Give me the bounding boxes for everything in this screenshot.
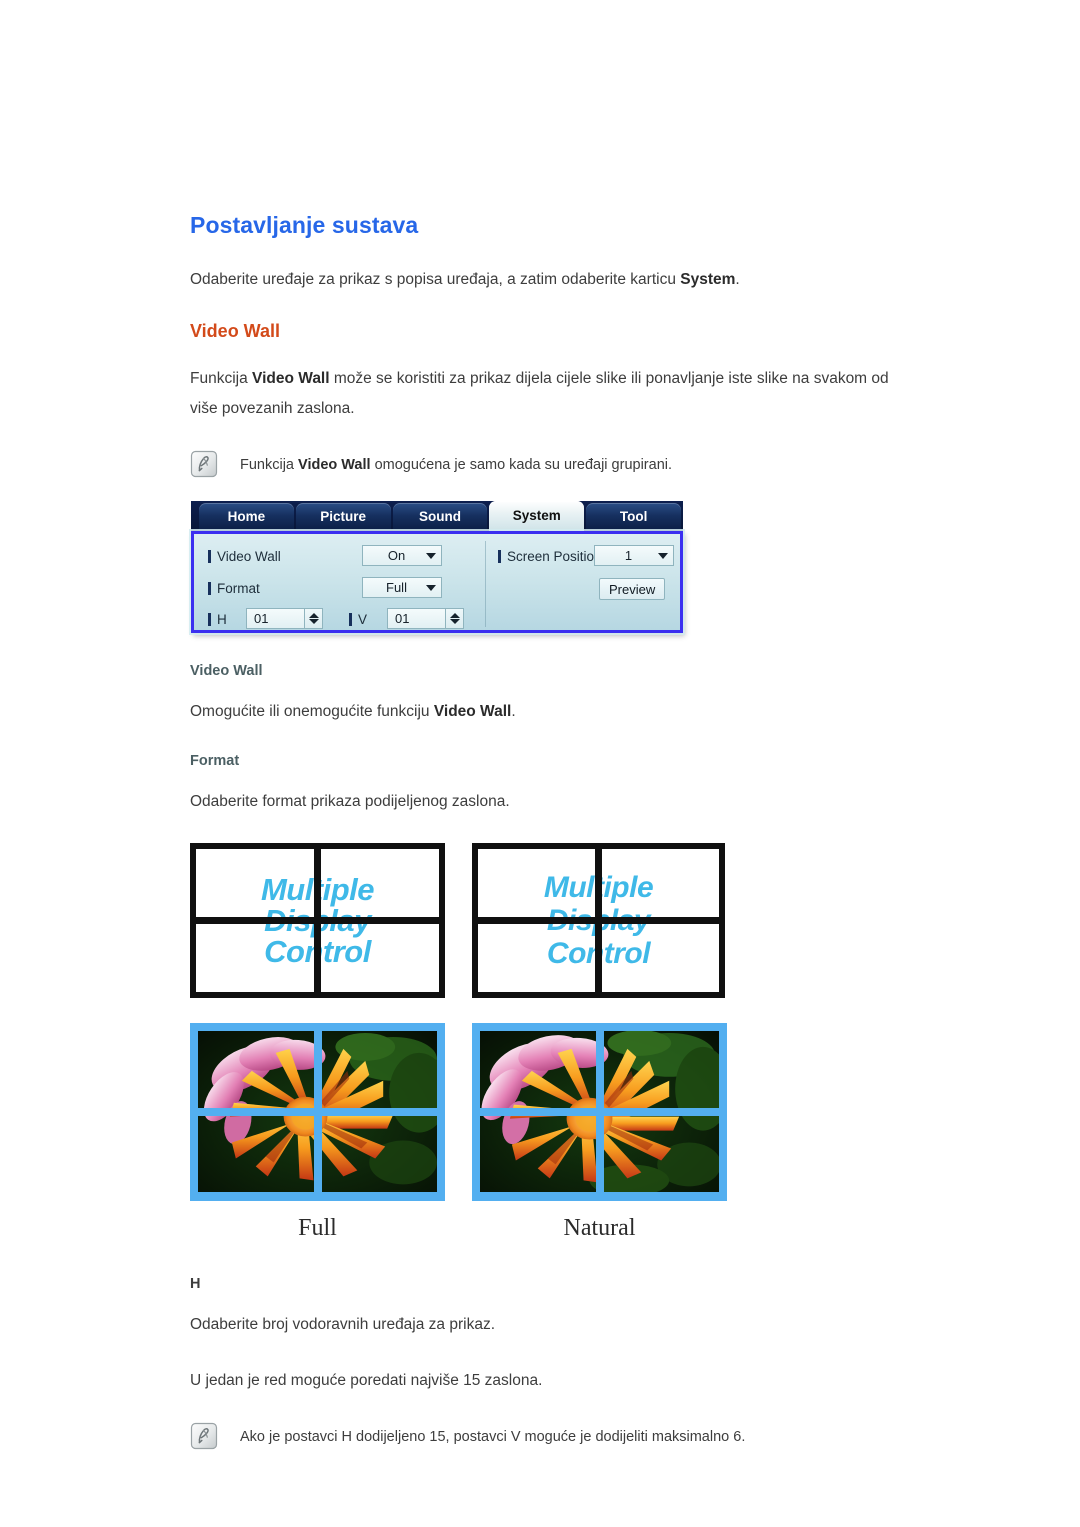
note-suffix: omogućena je samo kada su uređaji grupir… [370, 457, 673, 473]
osd-row-video-wall: Video Wall [208, 545, 281, 567]
tab-picture[interactable]: Picture [295, 503, 391, 531]
flower-preview-full [190, 1023, 445, 1201]
h-desc-line1: Odaberite broj vodoravnih uređaja za pri… [190, 1316, 496, 1333]
note-pen-icon [190, 1422, 218, 1450]
item-desc-format: Odaberite format prikaza podijeljenog za… [190, 793, 510, 810]
tab-tool[interactable]: Tool [586, 503, 681, 531]
intro-suffix: . [735, 271, 740, 288]
figure-row-screens: Multiple Display Control Multiple Displa… [190, 843, 890, 998]
osd-stepper-v-buttons[interactable] [445, 608, 464, 629]
tab-system[interactable]: System [489, 501, 585, 531]
item-desc-prefix: Omogućite ili onemogućite funkciju [190, 703, 434, 720]
videowall-desc-prefix: Funkcija [190, 370, 253, 387]
videowall-desc-bold: Video Wall [252, 370, 330, 387]
osd-stepper-v[interactable]: 01 [387, 608, 464, 629]
chevron-down-icon [426, 552, 436, 559]
osd-row-format: Format [208, 577, 260, 599]
note-prefix: Funkcija [240, 457, 299, 473]
osd-stepper-h[interactable]: 01 [246, 608, 323, 629]
osd-panel: Home Picture Sound System Tool Video Wal… [191, 501, 683, 633]
osd-stepper-h-buttons[interactable] [304, 608, 323, 629]
note-videowall-grouping: Funkcija Video Wall omogućena je samo ka… [190, 450, 890, 479]
osd-right-column: Screen Position 1 Preview [486, 534, 680, 630]
osd-select-format-value: Full [386, 580, 407, 595]
figure-row-photos [190, 1023, 890, 1201]
note-h-text: Ako je postavci H dodijeljeno 15, postav… [240, 1429, 746, 1445]
bullet-icon [349, 612, 352, 626]
osd-row-h: H [208, 608, 227, 630]
grid-line-horizontal [478, 917, 719, 924]
bullet-icon [498, 549, 501, 563]
preview-button[interactable]: Preview [599, 578, 666, 600]
videowall-preview-natural: Multiple Display Control [472, 843, 725, 998]
osd-tab-bar: Home Picture Sound System Tool [191, 501, 683, 531]
tab-home[interactable]: Home [199, 503, 294, 531]
tab-sound[interactable]: Sound [392, 503, 488, 531]
bullet-icon [208, 612, 211, 626]
osd-label-format: Format [217, 580, 260, 596]
grid-line-horizontal [480, 1108, 719, 1116]
osd-label-screen-position: Screen Position [507, 548, 602, 564]
caret-down-icon [449, 619, 460, 624]
figure-captions: Full Natural [190, 1215, 890, 1242]
caret-down-icon [308, 619, 319, 624]
intro-bold: System [680, 271, 736, 288]
osd-row-v: V [349, 608, 367, 630]
item-title-format: Format [190, 753, 240, 769]
videowall-preview-full: Multiple Display Control [190, 843, 445, 998]
document-page: Postavljanje sustava Odaberite uređaje z… [0, 0, 1080, 1527]
item-desc-video-wall: Omogućite ili onemogućite funkciju Video… [190, 697, 890, 727]
flower-preview-natural [472, 1023, 727, 1201]
caret-up-icon [308, 613, 319, 618]
grid-line-horizontal [196, 917, 439, 924]
caption-full: Full [298, 1215, 337, 1241]
item-desc-bold: Video Wall [433, 703, 512, 720]
osd-stepper-v-value: 01 [387, 608, 445, 629]
page-title: Postavljanje sustava [190, 212, 419, 238]
osd-select-video-wall-value: On [387, 548, 406, 563]
osd-label-v: V [358, 611, 368, 627]
chevron-down-icon [658, 552, 668, 559]
intro-paragraph: Odaberite uređaje za prikaz s popisa ure… [190, 265, 890, 295]
osd-select-video-wall[interactable]: On [362, 545, 442, 566]
page-content: Postavljanje sustava Odaberite uređaje z… [190, 212, 890, 1473]
note-h-max: Ako je postavci H dodijeljeno 15, postav… [190, 1422, 890, 1451]
osd-row-screen-position: Screen Position [498, 545, 602, 567]
h-desc-line2: U jedan je red moguće poredati najviše 1… [190, 1372, 543, 1389]
videowall-heading: Video Wall [190, 321, 281, 341]
osd-select-screen-position-value: 1 [624, 548, 633, 563]
osd-stepper-h-value: 01 [246, 608, 304, 629]
caption-natural: Natural [563, 1215, 636, 1241]
osd-select-screen-position[interactable]: 1 [594, 545, 674, 566]
item-title-h: H [190, 1276, 201, 1292]
osd-label-video-wall: Video Wall [217, 548, 281, 564]
osd-panel-body: Video Wall On Format Full H 01 V 01 Scre… [191, 531, 683, 633]
osd-left-column: Video Wall On Format Full H 01 V 01 [194, 534, 484, 630]
note-pen-icon [190, 450, 218, 478]
item-title-video-wall: Video Wall [190, 663, 263, 679]
format-figure: Multiple Display Control Multiple Displa… [190, 843, 890, 1242]
osd-select-format[interactable]: Full [362, 577, 442, 598]
bullet-icon [208, 549, 211, 563]
note-bold: Video Wall [298, 457, 371, 473]
chevron-down-icon [426, 584, 436, 591]
flower-inner-natural [480, 1031, 719, 1193]
grid-line-horizontal [198, 1108, 437, 1116]
note-videowall-text: Funkcija Video Wall omogućena je samo ka… [240, 450, 672, 479]
osd-label-h: H [217, 611, 227, 627]
item-desc-suffix: . [511, 703, 516, 720]
caret-up-icon [449, 613, 460, 618]
flower-inner-full [198, 1031, 437, 1193]
videowall-description: Funkcija Video Wall može se koristiti za… [190, 364, 890, 424]
bullet-icon [208, 581, 211, 595]
intro-prefix: Odaberite uređaje za prikaz s popisa ure… [190, 271, 681, 288]
